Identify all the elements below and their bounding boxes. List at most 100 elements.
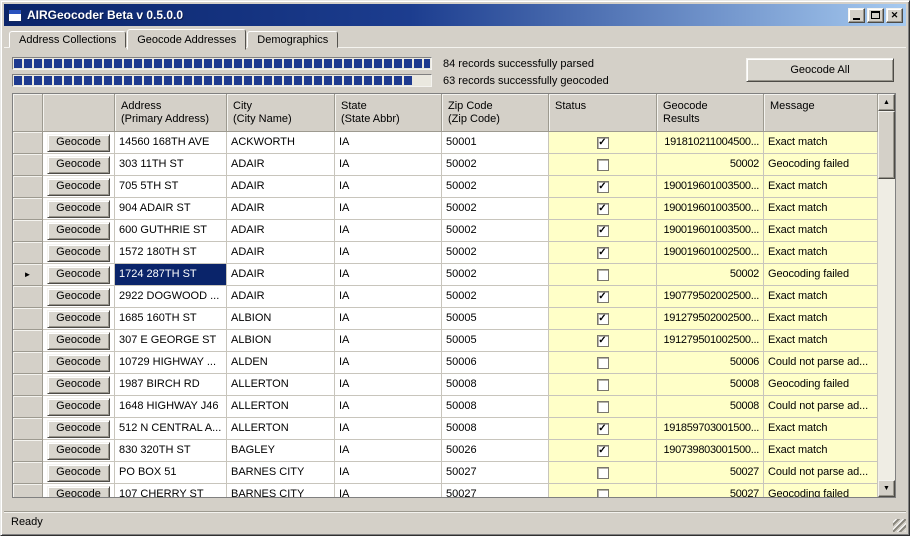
maximize-button[interactable] bbox=[867, 8, 884, 23]
status-cell[interactable]: ✓ bbox=[549, 220, 657, 242]
row-header-cell[interactable] bbox=[13, 242, 43, 264]
zip-cell[interactable]: 50002 bbox=[442, 198, 549, 220]
address-column-header[interactable]: Address (Primary Address) bbox=[115, 94, 227, 132]
city-cell[interactable]: ALDEN bbox=[227, 352, 335, 374]
zip-cell[interactable]: 50002 bbox=[442, 286, 549, 308]
zip-cell[interactable]: 50026 bbox=[442, 440, 549, 462]
geocode-result-cell[interactable]: 50008 bbox=[657, 396, 764, 418]
zip-cell[interactable]: 50008 bbox=[442, 396, 549, 418]
geocode-all-button[interactable]: Geocode All bbox=[746, 58, 894, 82]
app-icon[interactable] bbox=[8, 9, 22, 22]
status-checkbox[interactable] bbox=[597, 467, 609, 479]
status-checkbox[interactable]: ✓ bbox=[597, 335, 609, 347]
message-cell[interactable]: Exact match bbox=[764, 198, 878, 220]
corner-header-cell[interactable] bbox=[13, 94, 43, 132]
address-cell[interactable]: 705 5TH ST bbox=[115, 176, 227, 198]
row-header-cell[interactable] bbox=[13, 374, 43, 396]
row-header-cell[interactable] bbox=[13, 286, 43, 308]
city-cell[interactable]: ALLERTON bbox=[227, 418, 335, 440]
status-cell[interactable]: ✓ bbox=[549, 132, 657, 154]
geocode-row-button[interactable]: Geocode bbox=[47, 200, 110, 218]
status-checkbox[interactable]: ✓ bbox=[597, 313, 609, 325]
status-cell[interactable]: ✓ bbox=[549, 418, 657, 440]
state-cell[interactable]: IA bbox=[335, 352, 442, 374]
state-cell[interactable]: IA bbox=[335, 154, 442, 176]
address-cell[interactable]: 14560 168TH AVE bbox=[115, 132, 227, 154]
geocode-row-button[interactable]: Geocode bbox=[47, 486, 110, 498]
message-cell[interactable]: Geocoding failed bbox=[764, 374, 878, 396]
geocode-result-cell[interactable]: 50008 bbox=[657, 374, 764, 396]
status-checkbox[interactable]: ✓ bbox=[597, 137, 609, 149]
status-checkbox[interactable] bbox=[597, 159, 609, 171]
geocode-result-cell[interactable]: 190019601003500... bbox=[657, 220, 764, 242]
tab-geocode-addresses[interactable]: Geocode Addresses bbox=[127, 29, 246, 50]
state-cell[interactable]: IA bbox=[335, 418, 442, 440]
state-cell[interactable]: IA bbox=[335, 374, 442, 396]
status-cell[interactable]: ✓ bbox=[549, 440, 657, 462]
status-cell[interactable] bbox=[549, 484, 657, 497]
geocode-row-button[interactable]: Geocode bbox=[47, 420, 110, 438]
address-cell[interactable]: 600 GUTHRIE ST bbox=[115, 220, 227, 242]
message-cell[interactable]: Exact match bbox=[764, 220, 878, 242]
row-header-cell[interactable] bbox=[13, 440, 43, 462]
row-header-cell[interactable]: ► bbox=[13, 264, 43, 286]
status-checkbox[interactable]: ✓ bbox=[597, 291, 609, 303]
geocode-result-cell[interactable]: 191279501002500... bbox=[657, 330, 764, 352]
status-cell[interactable]: ✓ bbox=[549, 176, 657, 198]
message-cell[interactable]: Exact match bbox=[764, 308, 878, 330]
state-cell[interactable]: IA bbox=[335, 286, 442, 308]
geocode-result-cell[interactable]: 50002 bbox=[657, 264, 764, 286]
state-cell[interactable]: IA bbox=[335, 484, 442, 497]
address-cell[interactable]: 10729 HIGHWAY ... bbox=[115, 352, 227, 374]
status-checkbox[interactable] bbox=[597, 489, 609, 498]
vertical-scrollbar[interactable]: ▲ ▼ bbox=[878, 94, 895, 497]
city-cell[interactable]: BAGLEY bbox=[227, 440, 335, 462]
minimize-button[interactable] bbox=[848, 8, 865, 23]
status-cell[interactable] bbox=[549, 352, 657, 374]
zip-cell[interactable]: 50005 bbox=[442, 330, 549, 352]
address-cell[interactable]: 1724 287TH ST bbox=[115, 264, 227, 286]
tab-address-collections[interactable]: Address Collections bbox=[9, 31, 126, 48]
row-header-cell[interactable] bbox=[13, 176, 43, 198]
row-header-cell[interactable] bbox=[13, 352, 43, 374]
zip-cell[interactable]: 50008 bbox=[442, 418, 549, 440]
state-cell[interactable]: IA bbox=[335, 330, 442, 352]
geocode-result-cell[interactable]: 190779502002500... bbox=[657, 286, 764, 308]
message-cell[interactable]: Exact match bbox=[764, 440, 878, 462]
state-cell[interactable]: IA bbox=[335, 308, 442, 330]
scroll-down-button[interactable]: ▼ bbox=[878, 480, 895, 497]
row-header-cell[interactable] bbox=[13, 396, 43, 418]
geocode-row-button[interactable]: Geocode bbox=[47, 442, 110, 460]
city-cell[interactable]: BARNES CITY bbox=[227, 462, 335, 484]
message-cell[interactable]: Exact match bbox=[764, 176, 878, 198]
state-cell[interactable]: IA bbox=[335, 264, 442, 286]
geocode-row-button[interactable]: Geocode bbox=[47, 156, 110, 174]
address-cell[interactable]: 1685 160TH ST bbox=[115, 308, 227, 330]
geocode-result-cell[interactable]: 50006 bbox=[657, 352, 764, 374]
zip-cell[interactable]: 50008 bbox=[442, 374, 549, 396]
message-cell[interactable]: Could not parse ad... bbox=[764, 462, 878, 484]
geocode-result-cell[interactable]: 191859703001500... bbox=[657, 418, 764, 440]
state-cell[interactable]: IA bbox=[335, 440, 442, 462]
geocode-result-cell[interactable]: 50027 bbox=[657, 484, 764, 497]
resize-grip[interactable] bbox=[893, 519, 906, 532]
status-cell[interactable] bbox=[549, 154, 657, 176]
status-cell[interactable]: ✓ bbox=[549, 242, 657, 264]
zip-cell[interactable]: 50027 bbox=[442, 462, 549, 484]
geocode-row-button[interactable]: Geocode bbox=[47, 332, 110, 350]
city-cell[interactable]: ALBION bbox=[227, 308, 335, 330]
zip-cell[interactable]: 50027 bbox=[442, 484, 549, 497]
city-cell[interactable]: ADAIR bbox=[227, 154, 335, 176]
tab-demographics[interactable]: Demographics bbox=[247, 31, 338, 48]
state-cell[interactable]: IA bbox=[335, 176, 442, 198]
city-cell[interactable]: ADAIR bbox=[227, 242, 335, 264]
address-cell[interactable]: 303 11TH ST bbox=[115, 154, 227, 176]
scrollbar-thumb[interactable] bbox=[878, 111, 895, 179]
status-checkbox[interactable]: ✓ bbox=[597, 247, 609, 259]
row-header-cell[interactable] bbox=[13, 484, 43, 497]
row-header-cell[interactable] bbox=[13, 462, 43, 484]
state-cell[interactable]: IA bbox=[335, 198, 442, 220]
city-cell[interactable]: ALLERTON bbox=[227, 396, 335, 418]
message-cell[interactable]: Exact match bbox=[764, 330, 878, 352]
city-cell[interactable]: ADAIR bbox=[227, 220, 335, 242]
